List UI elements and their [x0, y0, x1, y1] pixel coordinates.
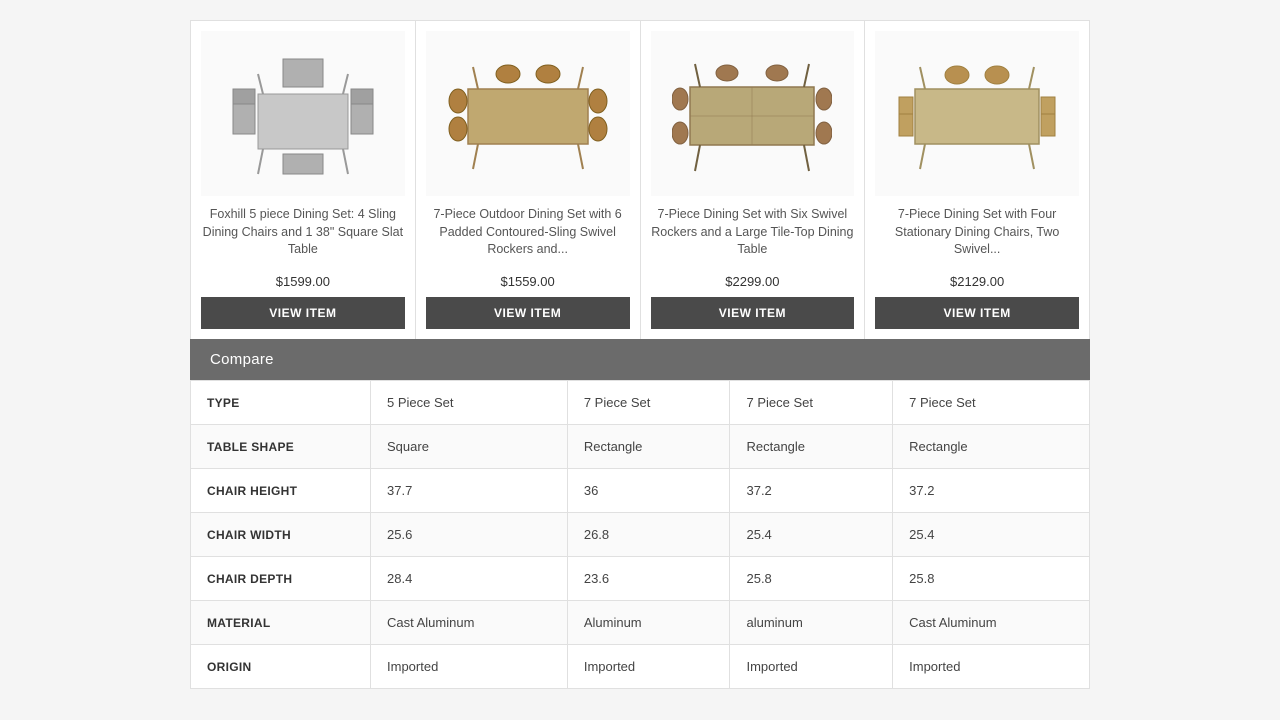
product-price-3: $2299.00 [725, 274, 779, 289]
attr-value-4-3: 25.8 [893, 557, 1090, 601]
product-image-3 [651, 31, 855, 196]
attr-value-3-1: 26.8 [567, 513, 730, 557]
view-item-button-1[interactable]: VIEW ITEM [201, 297, 405, 329]
attr-value-5-1: Aluminum [567, 601, 730, 645]
attr-label-0: TYPE [191, 381, 371, 425]
attr-label-6: ORIGIN [191, 645, 371, 689]
attr-label-1: TABLE SHAPE [191, 425, 371, 469]
attr-value-1-1: Rectangle [567, 425, 730, 469]
attr-value-0-0: 5 Piece Set [371, 381, 568, 425]
view-item-button-3[interactable]: VIEW ITEM [651, 297, 855, 329]
product-price-1: $1599.00 [276, 274, 330, 289]
product-card-4: 7-Piece Dining Set with Four Stationary … [865, 21, 1089, 339]
compare-header: Compare [190, 339, 1090, 380]
product-name-1: Foxhill 5 piece Dining Set: 4 Sling Dini… [201, 206, 405, 266]
products-row: Foxhill 5 piece Dining Set: 4 Sling Dini… [190, 20, 1090, 339]
attr-label-5: MATERIAL [191, 601, 371, 645]
attr-value-3-0: 25.6 [371, 513, 568, 557]
attr-value-4-1: 23.6 [567, 557, 730, 601]
attr-value-6-2: Imported [730, 645, 893, 689]
view-item-button-2[interactable]: VIEW ITEM [426, 297, 630, 329]
attr-value-4-0: 28.4 [371, 557, 568, 601]
product-price-2: $1559.00 [501, 274, 555, 289]
attr-value-2-2: 37.2 [730, 469, 893, 513]
attr-label-4: CHAIR DEPTH [191, 557, 371, 601]
product-card-1: Foxhill 5 piece Dining Set: 4 Sling Dini… [191, 21, 416, 339]
attr-value-6-0: Imported [371, 645, 568, 689]
product-image-4 [875, 31, 1079, 196]
attr-value-1-0: Square [371, 425, 568, 469]
attr-value-5-2: aluminum [730, 601, 893, 645]
attr-value-5-3: Cast Aluminum [893, 601, 1090, 645]
product-price-4: $2129.00 [950, 274, 1004, 289]
attr-value-6-3: Imported [893, 645, 1090, 689]
attr-label-3: CHAIR WIDTH [191, 513, 371, 557]
attr-value-3-3: 25.4 [893, 513, 1090, 557]
attr-value-1-2: Rectangle [730, 425, 893, 469]
product-image-2 [426, 31, 630, 196]
attr-value-2-3: 37.2 [893, 469, 1090, 513]
product-name-4: 7-Piece Dining Set with Four Stationary … [875, 206, 1079, 266]
attr-value-4-2: 25.8 [730, 557, 893, 601]
compare-table: TYPE5 Piece Set7 Piece Set7 Piece Set7 P… [190, 380, 1090, 689]
attr-value-1-3: Rectangle [893, 425, 1090, 469]
main-container: Foxhill 5 piece Dining Set: 4 Sling Dini… [190, 20, 1090, 689]
attr-value-6-1: Imported [567, 645, 730, 689]
attr-value-2-1: 36 [567, 469, 730, 513]
view-item-button-4[interactable]: VIEW ITEM [875, 297, 1079, 329]
attr-value-0-3: 7 Piece Set [893, 381, 1090, 425]
attr-value-0-1: 7 Piece Set [567, 381, 730, 425]
attr-label-2: CHAIR HEIGHT [191, 469, 371, 513]
attr-value-3-2: 25.4 [730, 513, 893, 557]
product-card-3: 7-Piece Dining Set with Six Swivel Rocke… [641, 21, 866, 339]
product-image-1 [201, 31, 405, 196]
attr-value-5-0: Cast Aluminum [371, 601, 568, 645]
product-name-2: 7-Piece Outdoor Dining Set with 6 Padded… [426, 206, 630, 266]
product-name-3: 7-Piece Dining Set with Six Swivel Rocke… [651, 206, 855, 266]
attr-value-0-2: 7 Piece Set [730, 381, 893, 425]
product-card-2: 7-Piece Outdoor Dining Set with 6 Padded… [416, 21, 641, 339]
attr-value-2-0: 37.7 [371, 469, 568, 513]
